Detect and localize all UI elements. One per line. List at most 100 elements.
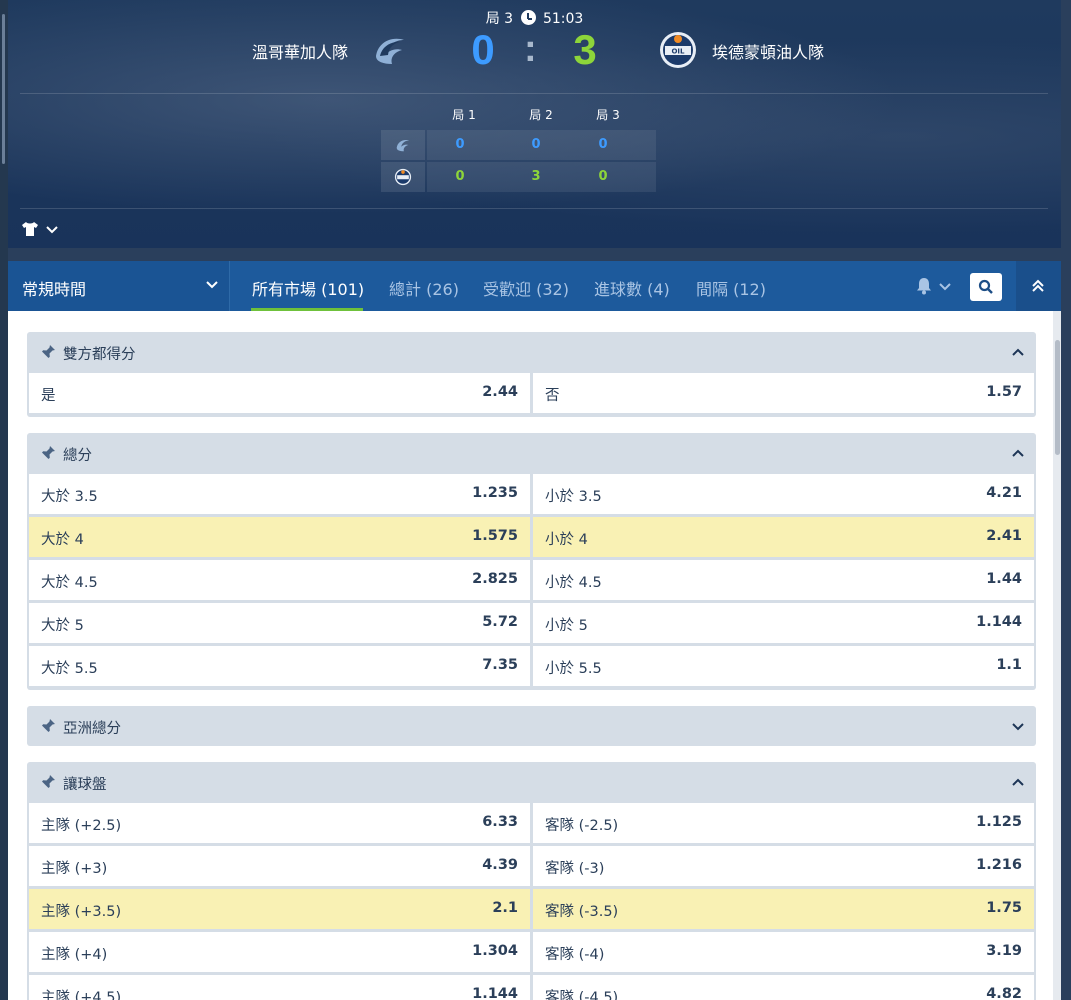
selection-label: 客隊 (-4.5) bbox=[545, 990, 619, 1000]
pin-icon[interactable] bbox=[40, 774, 56, 790]
score-separator: : bbox=[524, 28, 537, 70]
odds-button[interactable]: 大於 3.5 1.235 bbox=[29, 474, 530, 514]
odds-value: 4.39 bbox=[482, 857, 518, 873]
search-button[interactable] bbox=[970, 273, 1002, 301]
chevron-down-icon bbox=[46, 226, 58, 234]
pin-icon[interactable] bbox=[40, 718, 56, 734]
search-icon bbox=[978, 279, 993, 294]
notifications-button[interactable] bbox=[916, 276, 956, 298]
tab-all-markets[interactable]: 所有市場 (101) bbox=[252, 276, 364, 300]
selection-label: 否 bbox=[545, 388, 560, 404]
divider bbox=[20, 208, 1048, 209]
scoreboard: 局 3 51:03 溫哥華加人隊 0 : 3 OIL 埃德蒙頓油人隊 局 1 局… bbox=[8, 0, 1061, 248]
selection-label: 小於 4.5 bbox=[545, 575, 602, 591]
odds-button[interactable]: 主隊 (+4.5) 1.144 bbox=[29, 975, 530, 1000]
odds-button[interactable]: 大於 5 5.72 bbox=[29, 603, 530, 643]
chevron-down-icon bbox=[206, 281, 218, 289]
selection-label: 大於 4.5 bbox=[41, 575, 98, 591]
selection-label: 主隊 (+4) bbox=[41, 947, 108, 963]
tab-totals[interactable]: 總計 (26) bbox=[389, 276, 459, 300]
tab-periods[interactable]: 間隔 (12) bbox=[696, 276, 766, 300]
home-period-1: 0 bbox=[455, 137, 465, 152]
odds-value: 1.144 bbox=[472, 986, 518, 1000]
odds-button[interactable]: 大於 5.5 7.35 bbox=[29, 646, 530, 686]
selection-label: 主隊 (+4.5) bbox=[41, 990, 122, 1000]
odds-button[interactable]: 小於 4.5 1.44 bbox=[533, 560, 1034, 600]
period-label: 局 3 bbox=[485, 11, 514, 27]
pin-icon[interactable] bbox=[40, 344, 56, 360]
odds-button[interactable]: 客隊 (-4.5) 4.82 bbox=[533, 975, 1034, 1000]
odds-button[interactable]: 小於 5 1.144 bbox=[533, 603, 1034, 643]
home-score: 0 bbox=[471, 26, 495, 73]
odds-value: 1.144 bbox=[976, 614, 1022, 630]
odds-value: 1.75 bbox=[986, 900, 1022, 916]
odds-button[interactable]: 客隊 (-3.5) 1.75 bbox=[533, 889, 1034, 929]
away-period-row: 0 3 0 bbox=[381, 162, 656, 192]
selection-label: 客隊 (-4) bbox=[545, 947, 605, 963]
market-header[interactable]: 總分 bbox=[27, 433, 1036, 473]
odds-value: 1.304 bbox=[472, 943, 518, 959]
market-card: 雙方都得分是 2.44 否 1.57 bbox=[27, 332, 1036, 417]
selection-label: 小於 5.5 bbox=[545, 661, 602, 677]
odds-button[interactable]: 小於 3.5 4.21 bbox=[533, 474, 1034, 514]
selection-label: 大於 5 bbox=[41, 618, 84, 634]
odds-value: 6.33 bbox=[482, 814, 518, 830]
odds-button[interactable]: 主隊 (+3.5) 2.1 bbox=[29, 889, 530, 929]
odds-value: 1.57 bbox=[986, 384, 1022, 400]
chevron-up-icon[interactable] bbox=[1010, 445, 1026, 461]
odds-button[interactable]: 否 1.57 bbox=[533, 373, 1034, 413]
jersey-toggle-button[interactable] bbox=[21, 219, 71, 239]
odds-button[interactable]: 小於 4 2.41 bbox=[533, 517, 1034, 557]
selection-label: 小於 5 bbox=[545, 618, 588, 634]
odds-button[interactable]: 大於 4.5 2.825 bbox=[29, 560, 530, 600]
odds-button[interactable]: 主隊 (+3) 4.39 bbox=[29, 846, 530, 886]
odds-button[interactable]: 小於 5.5 1.1 bbox=[533, 646, 1034, 686]
divider bbox=[20, 93, 1048, 94]
match-status: 局 3 51:03 bbox=[8, 8, 1061, 28]
odds-button[interactable]: 客隊 (-4) 3.19 bbox=[533, 932, 1034, 972]
odds-button[interactable]: 客隊 (-3) 1.216 bbox=[533, 846, 1034, 886]
market-header[interactable]: 讓球盤 bbox=[27, 762, 1036, 802]
odds-button[interactable]: 主隊 (+2.5) 6.33 bbox=[29, 803, 530, 843]
chevron-up-icon[interactable] bbox=[1010, 344, 1026, 360]
jersey-icon bbox=[22, 222, 38, 236]
odds-value: 2.1 bbox=[492, 900, 518, 916]
selection-label: 主隊 (+3) bbox=[41, 861, 108, 877]
pin-icon[interactable] bbox=[40, 445, 56, 461]
double-chevron-up-icon bbox=[1032, 279, 1044, 292]
chevron-down-icon[interactable] bbox=[1010, 718, 1026, 734]
market-card: 亞洲總分 bbox=[27, 706, 1036, 746]
selection-label: 客隊 (-3) bbox=[545, 861, 605, 877]
selection-label: 主隊 (+2.5) bbox=[41, 818, 122, 834]
odds-value: 3.19 bbox=[986, 943, 1022, 959]
odds-button[interactable]: 大於 4 1.575 bbox=[29, 517, 530, 557]
away-period-1: 0 bbox=[455, 169, 465, 184]
chevron-up-icon[interactable] bbox=[1010, 774, 1026, 790]
home-team-name: 溫哥華加人隊 bbox=[252, 43, 349, 62]
oilers-logo-icon bbox=[394, 168, 412, 186]
side-scrollbar[interactable] bbox=[2, 14, 5, 164]
scrollbar-thumb[interactable] bbox=[1055, 340, 1060, 455]
market-title: 讓球盤 bbox=[63, 777, 107, 793]
odds-button[interactable]: 主隊 (+4) 1.304 bbox=[29, 932, 530, 972]
away-period-3: 0 bbox=[598, 169, 608, 184]
svg-text:OIL: OIL bbox=[671, 48, 685, 56]
collapse-header-button[interactable] bbox=[1016, 261, 1061, 311]
selection-label: 是 bbox=[41, 388, 56, 404]
oilers-logo-icon: OIL bbox=[660, 32, 696, 68]
period-header-3: 局 3 bbox=[596, 108, 620, 122]
canucks-logo-icon bbox=[396, 139, 410, 152]
period-select[interactable]: 常規時間 bbox=[8, 261, 230, 311]
market-header[interactable]: 亞洲總分 bbox=[27, 706, 1036, 746]
odds-button[interactable]: 客隊 (-2.5) 1.125 bbox=[533, 803, 1034, 843]
home-period-row: 0 0 0 bbox=[381, 130, 656, 160]
odds-button[interactable]: 是 2.44 bbox=[29, 373, 530, 413]
canucks-logo-icon bbox=[376, 38, 404, 64]
market-nav: 常規時間 所有市場 (101) 總計 (26) 受歡迎 (32) 進球數 (4)… bbox=[8, 261, 1061, 311]
away-score: 3 bbox=[573, 26, 597, 73]
tab-goals[interactable]: 進球數 (4) bbox=[594, 276, 670, 300]
selection-label: 客隊 (-3.5) bbox=[545, 904, 619, 920]
tab-popular[interactable]: 受歡迎 (32) bbox=[483, 276, 569, 300]
selection-label: 大於 4 bbox=[41, 532, 84, 548]
market-header[interactable]: 雙方都得分 bbox=[27, 332, 1036, 372]
